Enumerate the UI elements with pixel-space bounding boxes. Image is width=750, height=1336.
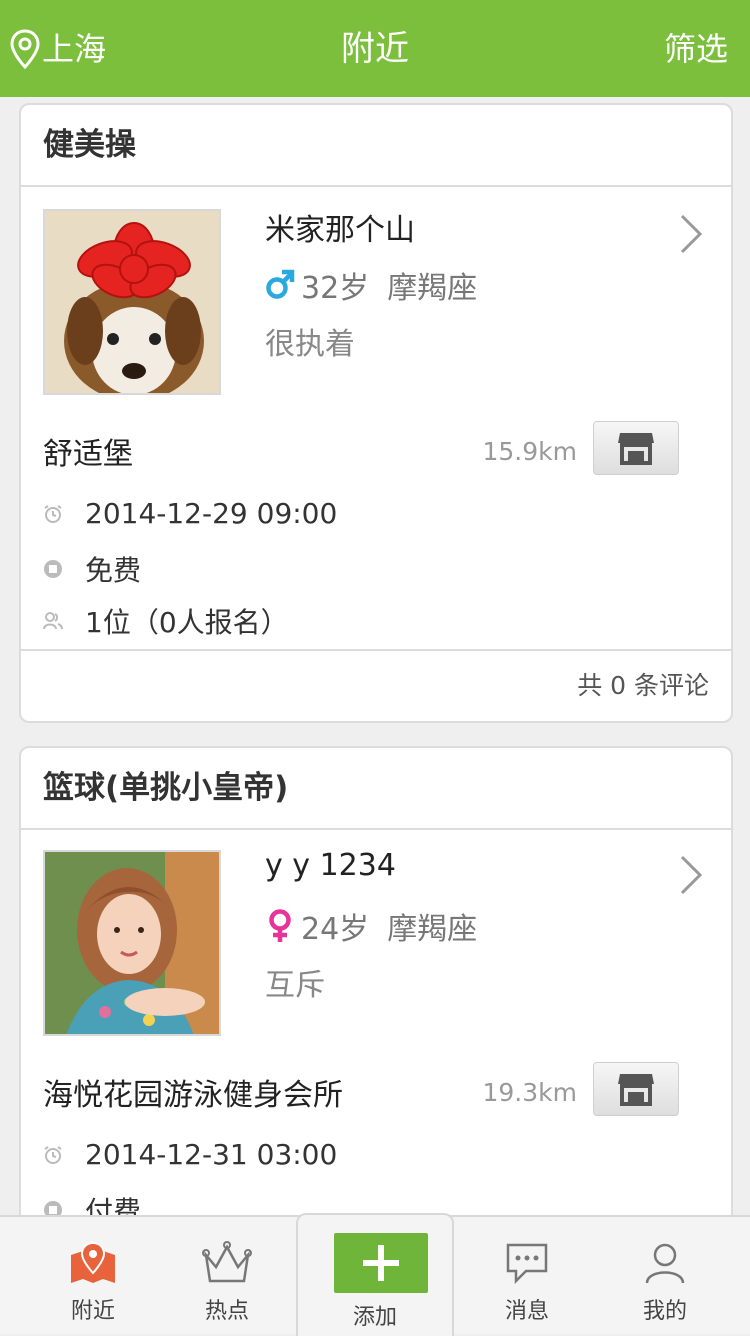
- venue-shop-button[interactable]: [593, 421, 679, 475]
- fee-row: 付费: [43, 1190, 141, 1215]
- add-button[interactable]: 添加: [296, 1213, 454, 1336]
- coin-icon: [44, 1201, 62, 1215]
- clock-icon: [44, 1145, 62, 1164]
- chevron-right-icon[interactable]: [679, 213, 703, 255]
- venue-shop-button[interactable]: [593, 1062, 679, 1116]
- top-bar: 上海 附近 筛选: [0, 0, 750, 97]
- time-row: 2014-12-31 03:00: [43, 1138, 337, 1171]
- tab-nearby[interactable]: 附近: [18, 1217, 168, 1334]
- activity-fee: 付费: [85, 1195, 142, 1215]
- user-meta: 32岁 摩羯座: [265, 263, 477, 307]
- fee-row: 免费: [43, 549, 141, 589]
- map-pin-icon: [71, 1241, 115, 1283]
- tab-messages[interactable]: 消息: [452, 1217, 602, 1334]
- user-name: 米家那个山: [265, 213, 415, 248]
- user-zodiac: 摩羯座: [387, 912, 478, 947]
- activity-fee: 免费: [85, 554, 142, 587]
- user-meta: 24岁 摩羯座: [265, 904, 477, 948]
- activity-card[interactable]: 篮球(单挑小皇帝) y y 1234 24岁 摩羯座 互斥 海悦花园游泳健身会所…: [19, 746, 733, 1215]
- slots-row: 1位（0人报名）: [43, 601, 289, 641]
- user-motto: 互斥: [265, 968, 325, 1003]
- male-icon: [266, 269, 295, 299]
- user-icon: [645, 1243, 685, 1284]
- activity-category: 健美操: [21, 105, 731, 187]
- chevron-right-icon[interactable]: [679, 854, 703, 896]
- shop-icon: [618, 433, 654, 465]
- user-age: 32岁: [301, 271, 370, 306]
- user-name: y y 1234: [265, 848, 396, 883]
- avatar[interactable]: [43, 209, 221, 395]
- time-row: 2014-12-29 09:00: [43, 497, 337, 530]
- tab-mine[interactable]: 我的: [590, 1217, 740, 1334]
- venue-name: 舒适堡: [43, 437, 133, 472]
- page-title: 附近: [341, 29, 409, 69]
- card-footer[interactable]: 共 0 条评论: [21, 649, 731, 721]
- activity-slots: 1位（0人报名）: [85, 606, 289, 639]
- distance: 15.9km: [482, 437, 578, 466]
- activity-card[interactable]: 健美操 米家那个山 32岁 摩羯座 很执着 舒适堡 15.9km 2014-12…: [19, 103, 733, 723]
- activity-category: 篮球(单挑小皇帝): [21, 748, 731, 830]
- distance: 19.3km: [482, 1078, 578, 1107]
- tab-nearby-label: 附近: [70, 1299, 115, 1324]
- filter-button[interactable]: 筛选: [664, 26, 728, 72]
- activity-time: 2014-12-31 03:00: [85, 1138, 338, 1171]
- plus-icon: [363, 1245, 399, 1281]
- comment-count[interactable]: 共 0 条评论: [577, 651, 709, 721]
- people-icon: [43, 612, 63, 630]
- bottom-tab-bar: 附近 热点 添加 消息 我的: [0, 1213, 750, 1336]
- user-age: 24岁: [301, 912, 370, 947]
- tab-hot[interactable]: 热点: [152, 1217, 302, 1334]
- tab-mine-label: 我的: [642, 1299, 687, 1324]
- avatar[interactable]: [43, 850, 221, 1036]
- tab-hot-label: 热点: [204, 1299, 249, 1324]
- user-zodiac: 摩羯座: [387, 271, 478, 306]
- tab-add-label: 添加: [352, 1305, 397, 1330]
- shop-icon: [618, 1074, 654, 1106]
- coin-icon: [44, 560, 62, 578]
- chat-icon: [506, 1243, 548, 1285]
- activity-time: 2014-12-29 09:00: [85, 497, 338, 530]
- female-icon: [269, 909, 291, 942]
- tab-messages-label: 消息: [504, 1299, 549, 1324]
- plus-button[interactable]: [334, 1233, 428, 1293]
- crown-icon: [202, 1241, 252, 1283]
- activity-feed[interactable]: 健美操 米家那个山 32岁 摩羯座 很执着 舒适堡 15.9km 2014-12…: [0, 97, 750, 1215]
- user-motto: 很执着: [265, 327, 355, 362]
- clock-icon: [44, 504, 62, 523]
- venue-name: 海悦花园游泳健身会所: [43, 1078, 343, 1113]
